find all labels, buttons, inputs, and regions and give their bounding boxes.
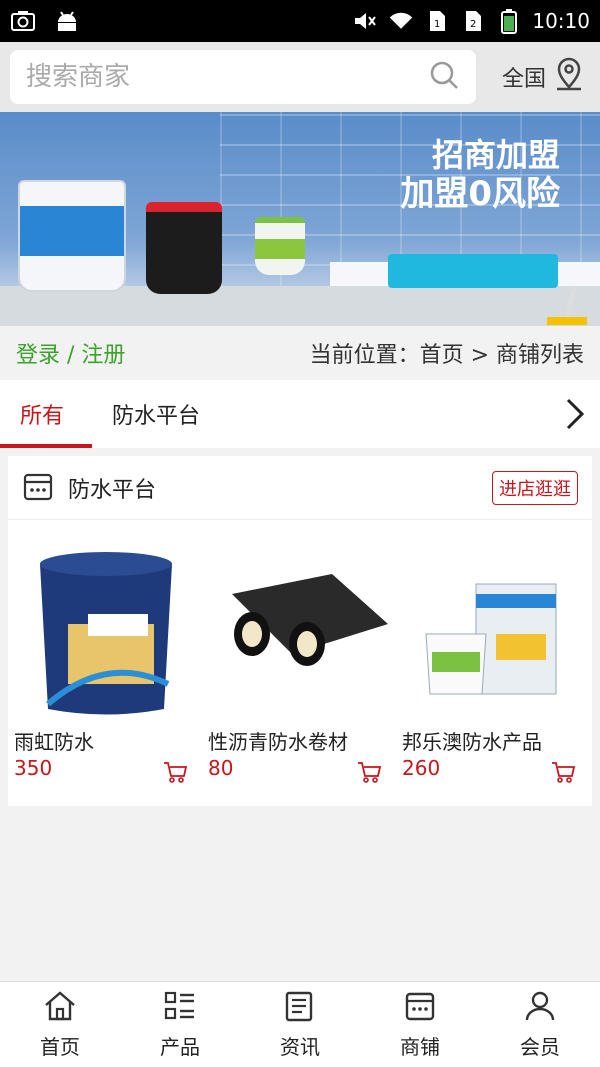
- mute-icon: [352, 8, 378, 34]
- product-price: 80: [208, 756, 234, 780]
- breadcrumb: 当前位置：首页 > 商铺列表: [309, 343, 584, 368]
- cart-icon[interactable]: [356, 760, 382, 788]
- product-price: 350: [14, 756, 53, 780]
- android-icon: [54, 8, 80, 34]
- bucket-blue-image: [18, 180, 126, 292]
- tab-all[interactable]: 所有: [0, 380, 92, 448]
- product-price: 260: [402, 756, 441, 780]
- breadcrumb-row: 登录 / 注册 当前位置：首页 > 商铺列表: [0, 326, 600, 380]
- clock: 10:10: [532, 9, 590, 33]
- bucket-green-image: [255, 217, 305, 275]
- chevron-right-icon[interactable]: [550, 380, 600, 448]
- news-icon: [283, 990, 317, 1027]
- search-icon[interactable]: [428, 59, 460, 95]
- product-item[interactable]: 雨虹防水 350: [8, 520, 202, 806]
- product-name: 邦乐澳防水产品: [402, 730, 542, 754]
- search-header: 全国: [0, 42, 600, 112]
- status-bar: 1 2 10:10: [0, 0, 600, 42]
- list-icon: [163, 990, 197, 1027]
- search-box[interactable]: [10, 50, 476, 104]
- shop-name: 防水平台: [68, 477, 157, 503]
- product-image-rolls: [212, 534, 388, 724]
- shop-icon: [403, 990, 437, 1027]
- bucket-black-image: [146, 202, 222, 294]
- location-pin-icon: [554, 57, 584, 97]
- login-register-link[interactable]: 登录 / 注册: [16, 337, 125, 369]
- nav-member[interactable]: 会员: [480, 982, 600, 1067]
- nav-products-label: 产品: [160, 1034, 200, 1059]
- product-list: 雨虹防水 350 性沥青防水卷材 80 邦乐澳防水产品 260: [8, 520, 592, 806]
- user-icon: [523, 990, 557, 1027]
- category-tabs: 所有 防水平台: [0, 380, 600, 448]
- svg-text:2: 2: [470, 19, 476, 30]
- wifi-icon: [388, 8, 414, 34]
- floor-decoration: [0, 286, 600, 326]
- battery-icon: [496, 8, 522, 34]
- nav-news[interactable]: 资讯: [240, 982, 360, 1067]
- product-item[interactable]: 邦乐澳防水产品 260: [396, 520, 590, 806]
- nav-products[interactable]: 产品: [120, 982, 240, 1067]
- svg-text:1: 1: [434, 19, 440, 30]
- region-selector[interactable]: 全国: [502, 57, 590, 97]
- sim2-icon: 2: [460, 8, 486, 34]
- nav-shops[interactable]: 商铺: [360, 982, 480, 1067]
- product-item[interactable]: 性沥青防水卷材 80: [202, 520, 396, 806]
- nav-member-label: 会员: [520, 1034, 560, 1059]
- product-image-bucket: [18, 534, 194, 724]
- region-label: 全国: [501, 67, 546, 92]
- banner-line1: 招商加盟: [431, 136, 560, 174]
- home-icon: [43, 990, 77, 1027]
- product-image-kit: [406, 534, 582, 724]
- bottom-nav: 首页 产品 资讯 商铺 会员: [0, 981, 600, 1067]
- cart-icon[interactable]: [162, 760, 188, 788]
- nav-shops-label: 商铺: [400, 1034, 440, 1059]
- product-name: 雨虹防水: [14, 730, 94, 754]
- sim1-icon: 1: [424, 8, 450, 34]
- product-name: 性沥青防水卷材: [208, 730, 348, 754]
- tab-waterproof-platform[interactable]: 防水平台: [92, 380, 220, 448]
- visit-shop-button[interactable]: 进店逛逛: [492, 470, 578, 505]
- banner-headline: 招商加盟 加盟0风险: [400, 136, 560, 215]
- search-input[interactable]: [26, 62, 428, 92]
- promo-banner[interactable]: 招商加盟 加盟0风险: [0, 112, 600, 326]
- banner-line2: 加盟0风险: [400, 174, 560, 215]
- paint-stroke-decoration: [388, 254, 558, 288]
- screenshot-icon: [10, 8, 36, 34]
- nav-home-label: 首页: [40, 1034, 80, 1059]
- shop-header: 防水平台 进店逛逛: [8, 456, 592, 520]
- nav-news-label: 资讯: [280, 1034, 320, 1059]
- store-icon: [22, 470, 54, 506]
- cart-icon[interactable]: [550, 760, 576, 788]
- paint-roller-icon: [545, 207, 595, 326]
- shop-card: 防水平台 进店逛逛 雨虹防水 350 性沥青防水卷材 80 邦乐澳防水产品 26…: [8, 456, 592, 806]
- nav-home[interactable]: 首页: [0, 982, 120, 1067]
